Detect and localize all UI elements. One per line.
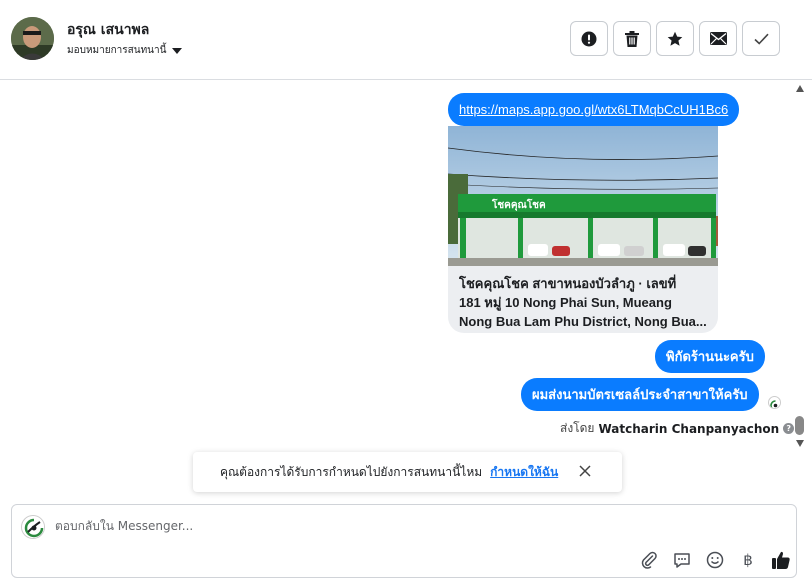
link-preview-title: โชคคุณโชค สาขาหนองบัวลำภู · เลขที่ bbox=[459, 276, 677, 291]
link-preview-card[interactable]: โชคคุณโชค โชคคุณโชค สาขาหนองบัวลำภู · เล… bbox=[448, 126, 718, 333]
link-preview-address-line2: Nong Bua Lam Phu District, Nong Bua... bbox=[459, 314, 707, 329]
envelope-icon bbox=[709, 32, 727, 45]
close-icon[interactable] bbox=[578, 464, 592, 478]
message-bubble: พิกัดร้านนะครับ bbox=[655, 340, 765, 373]
saved-replies-button[interactable] bbox=[669, 547, 694, 572]
contact-avatar[interactable] bbox=[11, 17, 54, 60]
contact-name: อรุณ เสนาพล bbox=[67, 22, 150, 38]
link-preview-image: โชคคุณโชค bbox=[448, 126, 718, 266]
attach-button[interactable] bbox=[636, 547, 661, 572]
assign-conversation-dropdown[interactable]: มอบหมายการสนทนานี้ bbox=[67, 43, 183, 58]
assign-prompt-toast: คุณต้องการได้รับการกำหนดไปยังการสนทนานี้… bbox=[193, 452, 622, 492]
conversation-actions bbox=[570, 21, 780, 56]
delete-button[interactable] bbox=[613, 21, 651, 56]
reply-composer: ฿ bbox=[11, 504, 797, 578]
chat-bubble-icon bbox=[673, 552, 690, 568]
svg-text:฿: ฿ bbox=[743, 551, 753, 569]
link-preview-text: โชคคุณโชค สาขาหนองบัวลำภู · เลขที่ 181 ห… bbox=[448, 266, 718, 333]
mark-done-button[interactable] bbox=[742, 21, 780, 56]
seen-avatar-icon bbox=[768, 396, 781, 409]
star-icon bbox=[667, 31, 683, 46]
link-preview-address-line1: 181 หมู่ 10 Nong Phai Sun, Mueang bbox=[459, 295, 672, 310]
message-link-bubble: https://maps.app.goo.gl/wtx6LTMqbCcUH1Bc… bbox=[448, 93, 740, 126]
paperclip-icon bbox=[641, 551, 657, 569]
scroll-up-arrow-icon[interactable] bbox=[796, 85, 804, 92]
alert-icon bbox=[581, 31, 597, 46]
message-bubble: ผมส่งนามบัตรเซลล์ประจำสาขาให้ครับ bbox=[521, 378, 759, 411]
scrollbar-thumb[interactable] bbox=[795, 416, 804, 435]
map-link[interactable]: https://maps.app.goo.gl/wtx6LTMqbCcUH1Bc… bbox=[459, 102, 728, 117]
like-button[interactable] bbox=[768, 547, 793, 572]
sent-by-prefix: ส่งโดย bbox=[560, 421, 595, 435]
smiley-icon bbox=[706, 551, 723, 568]
sign-text: โชคคุณโชค bbox=[491, 198, 546, 211]
sender-name: Watcharin Chanpanyachon bbox=[598, 421, 780, 436]
trash-icon bbox=[625, 30, 639, 47]
baht-icon: ฿ bbox=[743, 551, 753, 569]
info-icon[interactable]: ? bbox=[783, 423, 795, 434]
star-button[interactable] bbox=[656, 21, 694, 56]
emoji-button[interactable] bbox=[702, 547, 727, 572]
scroll-down-arrow-icon[interactable] bbox=[796, 440, 804, 447]
composer-tools: ฿ bbox=[636, 547, 793, 572]
mark-unread-button[interactable] bbox=[699, 21, 737, 56]
check-icon bbox=[753, 33, 769, 45]
reply-input[interactable] bbox=[55, 515, 655, 537]
payment-button[interactable]: ฿ bbox=[735, 547, 760, 572]
assign-prompt-text: คุณต้องการได้รับการกำหนดไปยังการสนทนานี้… bbox=[220, 464, 483, 479]
caret-down-icon bbox=[172, 47, 183, 54]
conversation-header: อรุณ เสนาพล มอบหมายการสนทนานี้ bbox=[0, 0, 812, 80]
thumbs-up-icon bbox=[771, 551, 790, 569]
assign-label: มอบหมายการสนทนานี้ bbox=[67, 45, 167, 56]
sent-by-label: ส่งโดย Watcharin Chanpanyachon ? bbox=[560, 419, 795, 438]
page-avatar bbox=[21, 515, 45, 539]
report-spam-button[interactable] bbox=[570, 21, 608, 56]
assign-to-me-link[interactable]: กำหนดให้ฉัน bbox=[490, 463, 558, 482]
